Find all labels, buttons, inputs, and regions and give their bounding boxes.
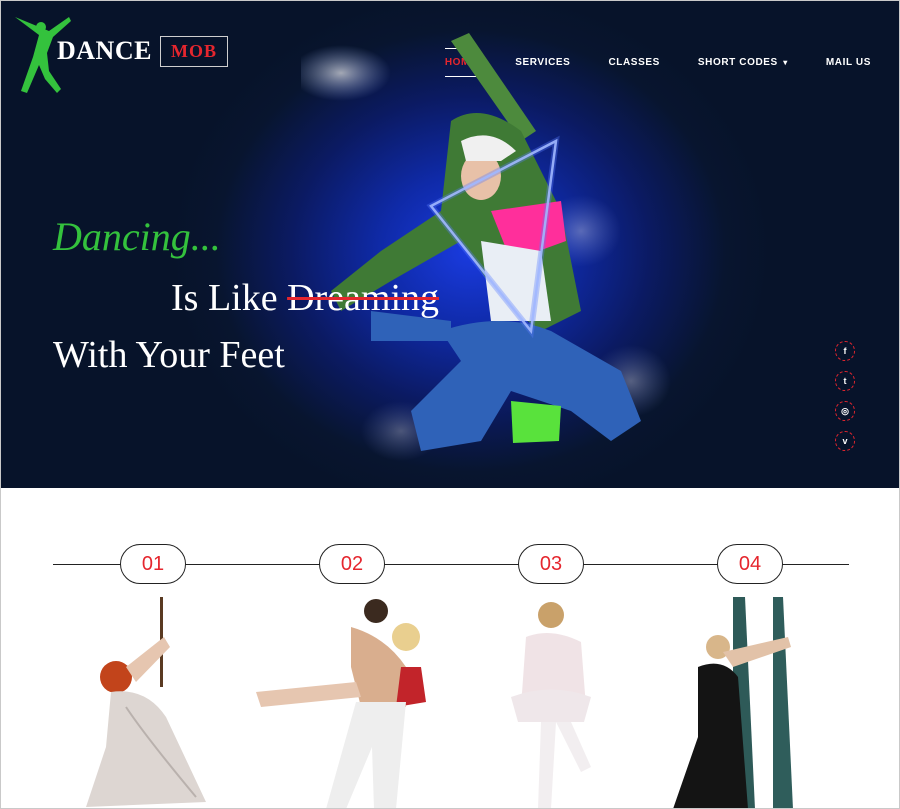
- chevron-down-icon: ▾: [783, 58, 788, 67]
- step-image-01: [86, 597, 206, 807]
- step-image-04: [673, 597, 793, 808]
- hero-tagline-line2-strike: Dreaming: [287, 277, 440, 319]
- step-badge-02: 02: [319, 544, 385, 584]
- nav-short-codes-label: SHORT CODES: [697, 57, 778, 68]
- hero-dancer-image: [301, 33, 671, 461]
- twitter-icon[interactable]: t: [835, 371, 855, 391]
- step-badge-01: 01: [120, 544, 186, 584]
- brand-name: DANCE: [57, 36, 152, 65]
- step-image-02: [256, 599, 426, 808]
- social-links: f t ◎ v: [835, 341, 855, 451]
- facebook-icon[interactable]: f: [835, 341, 855, 361]
- brand-badge: MOB: [159, 35, 228, 67]
- hero-tagline-line3: With Your Feet: [53, 334, 285, 376]
- hero-tagline-line2-plain: Is Like: [171, 277, 288, 319]
- step-image-03: [511, 602, 591, 808]
- step-badge-04: 04: [717, 544, 783, 584]
- step-badge-03: 03: [518, 544, 584, 584]
- vimeo-icon[interactable]: v: [835, 431, 855, 451]
- hero-banner: DANCE MOB HOME SERVICES CLASSES SHORT CO…: [1, 1, 899, 488]
- nav-mail-us[interactable]: MAIL US: [826, 57, 871, 68]
- nav-short-codes[interactable]: SHORT CODES ▾: [698, 57, 788, 68]
- page: DANCE MOB HOME SERVICES CLASSES SHORT CO…: [0, 0, 900, 809]
- hero-tagline-line2: Is Like Dreaming: [171, 276, 439, 320]
- hero-tagline-line1: Dancing...: [53, 214, 221, 259]
- dribbble-icon[interactable]: ◎: [835, 401, 855, 421]
- logo[interactable]: DANCE MOB: [13, 13, 228, 95]
